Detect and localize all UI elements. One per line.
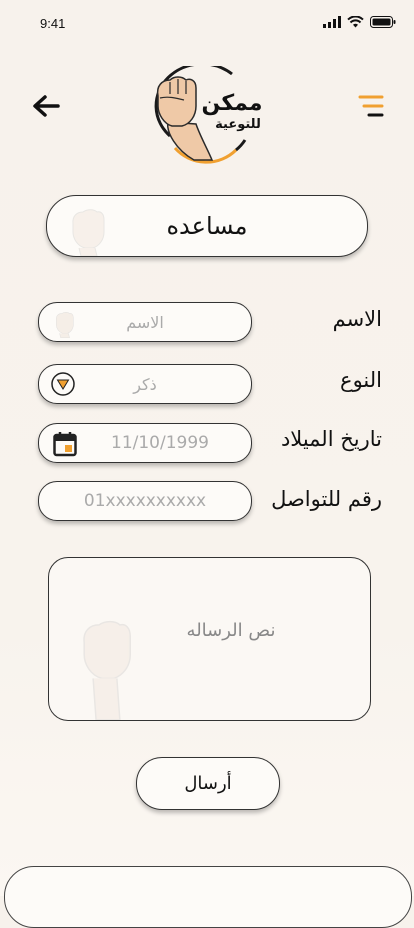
name-input[interactable] xyxy=(68,311,222,333)
fist-watermark-icon xyxy=(72,209,105,256)
message-box[interactable] xyxy=(48,557,371,721)
send-button[interactable]: أرسال xyxy=(136,757,280,810)
menu-button[interactable] xyxy=(358,94,384,118)
fist-watermark-icon xyxy=(55,312,74,339)
phone-field[interactable] xyxy=(38,481,252,521)
message-textarea[interactable] xyxy=(129,618,333,662)
birthdate-label: تاريخ الميلاد xyxy=(280,427,382,451)
arrow-left-icon xyxy=(33,95,60,117)
logo-text-top: ممكن xyxy=(202,91,263,116)
calendar-icon[interactable] xyxy=(53,431,77,457)
page-title-pill: مساعده xyxy=(46,195,368,257)
name-label: الاسم xyxy=(332,307,382,331)
name-field[interactable] xyxy=(38,302,252,342)
birthdate-input[interactable] xyxy=(83,432,237,454)
gender-select[interactable]: ذكر xyxy=(38,364,252,404)
phone-label: رقم للتواصل xyxy=(271,487,382,511)
logo-text-bottom: للتوعية xyxy=(215,117,261,132)
status-icons xyxy=(323,16,396,28)
gender-value: ذكر xyxy=(133,374,157,394)
phone-input[interactable] xyxy=(48,490,242,512)
wifi-icon xyxy=(347,16,364,28)
birthdate-field[interactable] xyxy=(38,423,252,463)
status-time: 9:41 xyxy=(40,16,66,31)
page-title: مساعده xyxy=(166,212,248,240)
app-logo: ممكن للتوعية xyxy=(150,62,264,164)
battery-icon xyxy=(370,16,396,28)
gender-label: النوع xyxy=(340,368,382,392)
menu-lines-icon xyxy=(358,95,384,117)
triangle-down-icon[interactable] xyxy=(51,372,75,396)
back-button[interactable] xyxy=(32,94,60,118)
signal-icon xyxy=(323,16,341,28)
bottom-nav-bar[interactable] xyxy=(4,866,412,928)
fist-watermark-icon xyxy=(83,620,131,720)
